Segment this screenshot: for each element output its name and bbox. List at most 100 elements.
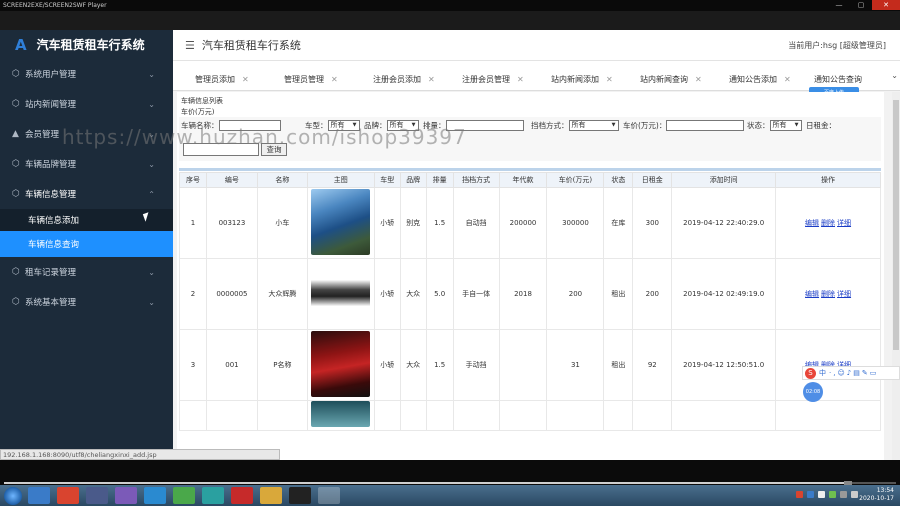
table-row: 3 001 P名称 小轿 大众 1.5 手动挡 31 租出 92 2019-04… xyxy=(179,329,881,401)
ide-icon[interactable] xyxy=(202,487,224,504)
close-icon[interactable]: ✕ xyxy=(331,75,338,84)
cell-code: 003123 xyxy=(205,187,258,259)
tab-label: 站内新闻查询 xyxy=(640,74,688,84)
app-logo-icon: A xyxy=(15,35,27,54)
tab-admin-add[interactable]: 管理员添加 ✕ xyxy=(173,68,262,90)
status-select[interactable]: 所有 xyxy=(769,119,802,131)
cell-type: 小轿 xyxy=(373,187,401,259)
column-header: 排量 xyxy=(425,172,454,188)
cell-price: 200 xyxy=(546,258,605,330)
cell-image xyxy=(306,400,375,431)
edit-link[interactable]: 编辑 xyxy=(805,219,819,227)
transmission-select[interactable]: 所有 xyxy=(568,119,619,131)
menu-toggle-icon[interactable]: ☰ xyxy=(185,39,195,52)
tray-app-icon[interactable] xyxy=(807,491,814,498)
qq-icon[interactable] xyxy=(289,487,311,504)
tray-app-icon[interactable] xyxy=(829,491,836,498)
car-thumbnail[interactable] xyxy=(311,260,371,326)
detail-link[interactable]: 详细 xyxy=(837,219,851,227)
clock[interactable]: 13:54 2020-10-17 xyxy=(859,487,894,503)
delete-link[interactable]: 删除 xyxy=(821,219,835,227)
app-icon[interactable] xyxy=(115,487,137,504)
sidebar-item-rentals[interactable]: ⬡ 租车记录管理 ⌄ xyxy=(0,257,173,287)
cell-price: 300000 xyxy=(546,187,605,259)
price-input[interactable] xyxy=(666,119,745,131)
tab-member-add[interactable]: 注册会员添加 ✕ xyxy=(351,68,440,90)
column-header: 添加时间 xyxy=(671,172,777,188)
close-icon[interactable]: ✕ xyxy=(428,75,435,84)
cell-name: P名称 xyxy=(256,329,308,401)
cell-daily-rent: 300 xyxy=(632,187,673,259)
windows-taskbar: 13:54 2020-10-17 xyxy=(0,485,900,506)
vertical-scrollbar[interactable] xyxy=(892,92,900,460)
chevron-down-icon: ⌄ xyxy=(148,297,155,307)
screen: SCREEN2EXE/SCREEN2SWF Player — ▢ ✕ A 汽车租… xyxy=(0,0,900,506)
tray-app-icon[interactable] xyxy=(818,491,825,498)
tab-label: 注册会员管理 xyxy=(462,74,510,84)
ie-browser-icon[interactable] xyxy=(28,487,50,504)
chrome-icon[interactable] xyxy=(57,487,79,504)
flash-icon[interactable] xyxy=(231,487,253,504)
app-logo-row: A 汽车租赁租车行系统 xyxy=(0,30,173,59)
minimize-button[interactable]: — xyxy=(828,0,850,10)
cell-added-time: 2019-04-12 12:50:51.0 xyxy=(671,329,777,401)
tab-news-add[interactable]: 站内新闻添加 ✕ xyxy=(529,68,618,90)
column-header: 日租金 xyxy=(632,172,673,188)
volume-icon[interactable] xyxy=(851,491,858,498)
cell-added-time: 2019-04-12 22:40:29.0 xyxy=(671,187,777,259)
tab-news-query[interactable]: 站内新闻查询 ✕ xyxy=(618,68,707,90)
car-thumbnail[interactable] xyxy=(311,331,371,397)
current-user-menu[interactable]: 当前用户:hsg [超级管理员] xyxy=(788,40,886,51)
cell-transmission: 自动挡 xyxy=(452,187,500,259)
chevron-down-icon[interactable]: ⌄ xyxy=(891,71,898,80)
tab-member-manage[interactable]: 注册会员管理 ✕ xyxy=(440,68,529,90)
tab-notice-add[interactable]: 通知公告添加 ✕ xyxy=(707,68,796,90)
close-button[interactable]: ✕ xyxy=(872,0,900,10)
delete-link[interactable]: 删除 xyxy=(821,290,835,298)
sidebar-item-system-users[interactable]: ⬡ 系统用户管理 ⌄ xyxy=(0,59,173,89)
screen-player-icon[interactable] xyxy=(318,487,340,504)
main-area: ☰ 汽车租赁租车行系统 当前用户:hsg [超级管理员] 管理员添加 ✕ 管理员管… xyxy=(173,30,900,460)
sidebar-item-label: 系统基本管理 xyxy=(25,298,77,308)
start-button[interactable] xyxy=(4,486,22,505)
browser-q-icon[interactable] xyxy=(144,487,166,504)
network-icon[interactable] xyxy=(840,491,847,498)
column-header: 年代款 xyxy=(498,172,548,188)
filter-price: 车价(万元)： xyxy=(623,119,745,131)
sidebar-item-news[interactable]: ⬡ 站内新闻管理 ⌄ xyxy=(0,89,173,119)
ime-language[interactable]: 中 xyxy=(819,368,826,378)
close-icon[interactable]: ✕ xyxy=(606,75,613,84)
sidebar-item-brands[interactable]: ⬡ 车辆品牌管理 ⌄ xyxy=(0,149,173,179)
maximize-button[interactable]: ▢ xyxy=(850,0,872,10)
ime-tools-icon[interactable]: ·,☺♪▤✎▭ xyxy=(829,369,878,377)
sidebar-item-vehicles[interactable]: ⬡ 车辆信息管理 ⌃ xyxy=(0,179,173,209)
tab-admin-manage[interactable]: 管理员管理 ✕ xyxy=(262,68,351,90)
detail-link[interactable]: 详细 xyxy=(837,290,851,298)
vehicle-table: 序号 编号 名称 主图 车型 品牌 排量 挡档方式 年代款 车价(万元) 状态 … xyxy=(179,172,881,431)
car-thumbnail[interactable] xyxy=(311,189,371,255)
tab-label: 管理员管理 xyxy=(284,74,324,84)
scrollbar-thumb[interactable] xyxy=(893,100,899,350)
ime-toolbar[interactable]: S 中 ·,☺♪▤✎▭ xyxy=(802,366,900,380)
table-row xyxy=(179,400,881,431)
sidebar-item-label: 车辆信息管理 xyxy=(25,190,77,200)
tray-app-icon[interactable] xyxy=(796,491,803,498)
close-icon[interactable]: ✕ xyxy=(784,75,791,84)
close-icon[interactable]: ✕ xyxy=(517,75,524,84)
sidebar-item-system-basic[interactable]: ⬡ 系统基本管理 ⌄ xyxy=(0,287,173,317)
editor-icon[interactable] xyxy=(173,487,195,504)
cell-daily-rent: 200 xyxy=(632,258,673,330)
sidebar-item-label: 会员管理 xyxy=(25,130,60,140)
user-icon: ▲ xyxy=(12,129,19,139)
edit-link[interactable]: 编辑 xyxy=(805,290,819,298)
close-icon[interactable]: ✕ xyxy=(242,75,249,84)
sidebar-subitem-vehicle-query[interactable]: 车辆信息查询 xyxy=(0,231,173,257)
media-player-icon[interactable] xyxy=(86,487,108,504)
cell-displacement: 1.5 xyxy=(425,329,454,401)
folder-icon[interactable] xyxy=(260,487,282,504)
seek-bar[interactable] xyxy=(4,482,896,484)
top-header: ☰ 汽车租赁租车行系统 当前用户:hsg [超级管理员] xyxy=(173,30,900,61)
cell-transmission: 手自一体 xyxy=(452,258,500,330)
car-thumbnail[interactable] xyxy=(311,401,371,427)
close-icon[interactable]: ✕ xyxy=(695,75,702,84)
